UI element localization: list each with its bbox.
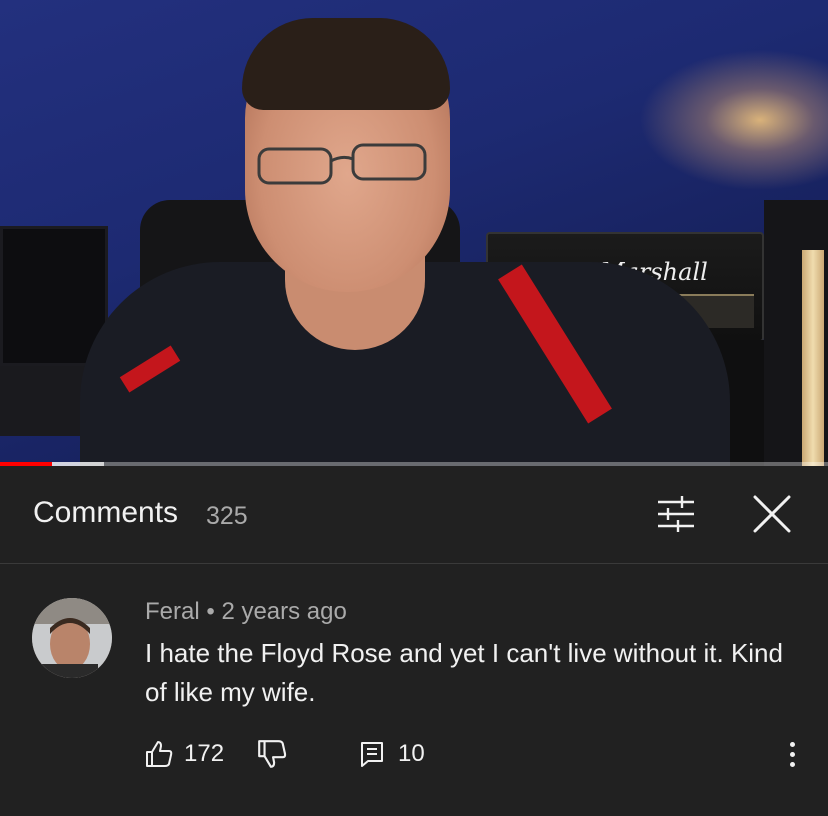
comment-meta: Feral • 2 years ago — [145, 598, 347, 626]
more-options-button[interactable] — [776, 736, 808, 772]
dislike-button[interactable] — [256, 738, 288, 770]
comment-time: 2 years ago — [221, 598, 347, 625]
person-hair — [242, 18, 450, 110]
comment-actions: 172 10 — [0, 734, 828, 774]
meta-separator: • — [206, 598, 215, 625]
comments-count: 325 — [206, 502, 248, 530]
sort-filter-button[interactable] — [652, 492, 700, 536]
close-icon — [753, 495, 791, 533]
comment-item: Feral • 2 years ago I hate the Floyd Ros… — [0, 586, 828, 816]
more-vertical-icon — [789, 741, 795, 747]
comment-text: I hate the Floyd Rose and yet I can't li… — [145, 638, 783, 707]
reply-icon — [361, 742, 383, 767]
thumbs-up-icon — [146, 741, 173, 767]
reply-button[interactable]: 10 — [358, 734, 425, 774]
like-count: 172 — [184, 740, 225, 767]
thumbs-down-icon — [258, 740, 287, 768]
comments-header: Comments 325 — [0, 466, 828, 564]
guitar-neck — [802, 250, 824, 466]
like-button[interactable]: 172 — [144, 734, 224, 774]
avatar-image — [32, 598, 112, 678]
comment-author[interactable]: Feral — [145, 598, 200, 625]
sliders-icon — [658, 496, 694, 532]
more-dot — [789, 751, 795, 757]
more-dot — [789, 761, 795, 767]
comments-panel: Comments 325 Feral • 2 years ago I hate … — [0, 466, 828, 816]
video-player[interactable]: Marshall — [0, 0, 828, 466]
comments-title: Comments — [33, 496, 179, 529]
reply-count: 10 — [398, 740, 425, 767]
close-comments-button[interactable] — [748, 490, 796, 538]
glasses-icon — [257, 143, 427, 185]
avatar[interactable] — [32, 598, 112, 678]
